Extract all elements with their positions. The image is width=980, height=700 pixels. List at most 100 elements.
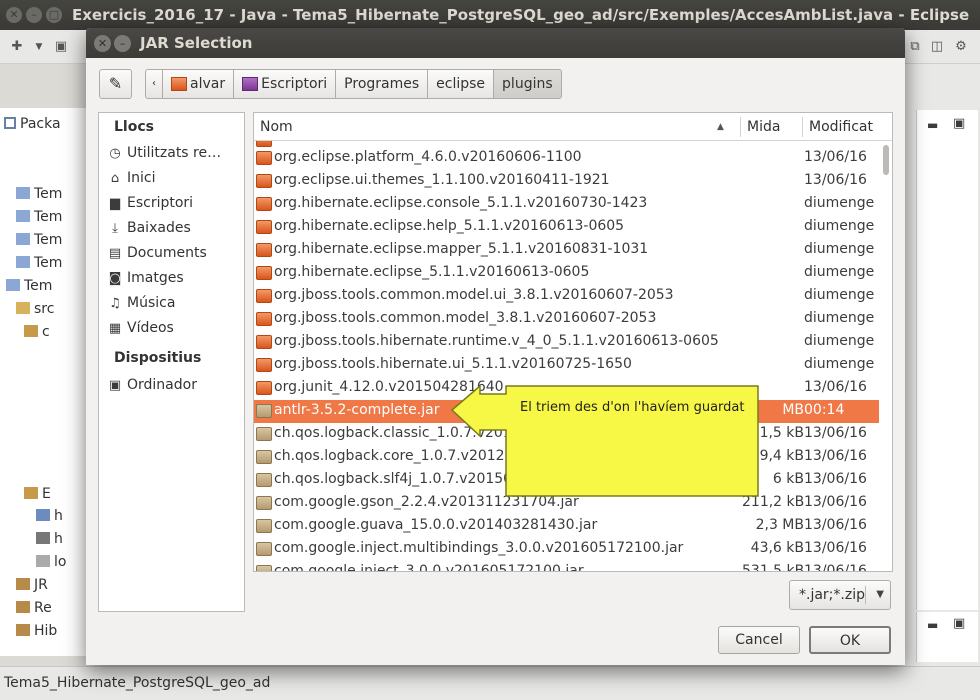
config-icon (36, 532, 50, 544)
column-modified-header[interactable]: Modificat (803, 113, 881, 141)
tree-item[interactable]: src (16, 301, 54, 321)
xml-file-icon (36, 509, 50, 521)
crumb-plugins[interactable]: plugins (493, 69, 562, 99)
tree-item[interactable]: E (24, 486, 51, 506)
file-modified: 13/06/16 (804, 425, 867, 441)
debug-perspective-icon[interactable]: ⚙ (952, 38, 970, 56)
tree-item[interactable]: Tem (16, 232, 62, 252)
column-name-header[interactable]: Nom (254, 113, 739, 141)
desktop-icon: ▆ (110, 196, 120, 211)
download-icon: ⤓ (112, 221, 118, 236)
crumb-eclipse[interactable]: eclipse (427, 69, 495, 99)
tree-item[interactable]: JR (16, 577, 48, 597)
vertical-scrollbar[interactable] (880, 141, 892, 571)
tree-item[interactable]: h (36, 531, 63, 551)
file-name: org.jboss.tools.hibernate.runtime.v_4_0_… (274, 333, 719, 349)
file-row[interactable]: org.hibernate.eclipse.help_5.1.1.v201606… (254, 216, 879, 239)
tree-item[interactable]: Hib (16, 623, 57, 643)
file-row[interactable]: com.google.guava_15.0.0.v201403281430.ja… (254, 515, 879, 538)
file-row[interactable]: com.google.gson_2.2.4.v201311231704.jar 2… (254, 492, 879, 515)
package-explorer-tab[interactable]: Packa (4, 116, 61, 132)
perspective-icon[interactable]: ⧉ (906, 38, 924, 56)
file-row[interactable]: ch.qos.logback.classic_1.0.7.v2012 1,5 kB… (254, 423, 879, 446)
file-row[interactable]: org.hibernate.eclipse.mapper_5.1.1.v2016… (254, 239, 879, 262)
place-item[interactable]: ▦ Vídeos (107, 320, 242, 342)
tree-item[interactable]: Tem (16, 209, 62, 229)
cancel-button[interactable]: Cancel (718, 626, 800, 654)
crumb-alvar[interactable]: alvar (162, 69, 235, 99)
maximize-view-icon[interactable]: ▣ (953, 116, 965, 131)
minimize-icon[interactable]: – (114, 35, 131, 52)
source-folder-icon (16, 302, 30, 314)
place-item[interactable]: ▤ Documents (107, 245, 242, 267)
file-modified: 13/06/16 (804, 149, 867, 165)
java-perspective-icon[interactable]: ◫ (928, 38, 946, 56)
minimize-icon[interactable]: – (26, 7, 42, 23)
close-icon[interactable]: ✕ (94, 35, 111, 52)
place-item[interactable]: ◷ Utilitzats re… (107, 145, 242, 167)
path-back-button[interactable]: ‹ (145, 69, 163, 99)
crumb-programes[interactable]: Programes (335, 69, 429, 99)
file-modified: 00:14 (804, 402, 845, 418)
file-size: 43,6 kB (750, 540, 804, 556)
minimize-view-icon[interactable]: ▬ (927, 118, 938, 132)
maximize-view-icon[interactable]: ▣ (953, 616, 965, 631)
tree-item[interactable]: h (36, 508, 63, 528)
file-row[interactable]: com.google.inject_3.0.0.v201605172100.ja… (254, 561, 879, 571)
file-row[interactable]: org.eclipse.platform_4.6.0.v20160606-110… (254, 147, 879, 170)
file-name: org.jboss.tools.hibernate.ui_5.1.1.v2016… (274, 356, 632, 372)
column-size-header[interactable]: Mida (741, 113, 801, 141)
crumb-escriptori[interactable]: Escriptori (233, 69, 337, 99)
file-name: com.google.gson_2.2.4.v201311231704.jar (274, 494, 579, 510)
clock-icon: ◷ (109, 146, 121, 161)
file-row[interactable]: org.hibernate.eclipse_5.1.1.v20160613-06… (254, 262, 879, 285)
document-icon: ▤ (108, 246, 122, 261)
file-row[interactable]: org.junit_4.12.0.v201504281640 13/06/16 (254, 377, 879, 400)
file-row[interactable]: org.jboss.tools.common.model_3.8.1.v2016… (254, 308, 879, 331)
chevron-down-icon[interactable]: ▼ (30, 38, 48, 56)
list-header: Nom ▲ Mida Modificat (254, 113, 892, 141)
close-icon[interactable]: ✕ (6, 7, 22, 23)
places-heading: Llocs (114, 119, 154, 135)
type-location-button[interactable]: ✎ (99, 69, 132, 99)
file-modified: 13/06/16 (804, 172, 867, 188)
device-item[interactable]: ▣ Ordinador (107, 377, 242, 399)
save-icon[interactable]: ▣ (52, 38, 70, 56)
scrollbar-thumb[interactable] (883, 145, 889, 175)
annotation-text: El triem des d'on l'havíem guardat (520, 400, 745, 415)
file-name: org.jboss.tools.common.model_3.8.1.v2016… (274, 310, 657, 326)
tree-item[interactable]: Tem (16, 186, 62, 206)
file-filter-select[interactable]: *.jar;*.zip ▼ (789, 580, 891, 610)
minimize-view-icon[interactable]: ▬ (927, 618, 938, 632)
tree-item[interactable]: Tem (16, 255, 62, 275)
tree-item[interactable]: Re (16, 600, 52, 620)
folder-icon (256, 312, 272, 326)
maximize-icon[interactable]: □ (46, 7, 62, 23)
place-item[interactable]: ♫ Música (107, 295, 242, 317)
place-item[interactable]: ⌂ Inici (107, 170, 242, 192)
tree-item[interactable]: lo (36, 554, 66, 574)
ok-button[interactable]: OK (809, 626, 891, 654)
file-row[interactable]: com.google.inject.multibindings_3.0.0.v2… (254, 538, 879, 561)
file-row[interactable]: org.eclipse.ui.themes_1.1.100.v20160411-… (254, 170, 879, 193)
desktop-folder-icon (242, 77, 259, 91)
project-icon (16, 187, 30, 199)
file-row[interactable]: org.jboss.tools.hibernate.runtime.v_4_0_… (254, 331, 879, 354)
file-size: MB (782, 402, 804, 418)
tree-item[interactable]: Tem (6, 278, 52, 298)
file-modified: diumenge (804, 264, 875, 280)
file-row[interactable]: ch.qos.logback.slf4j_1.0.7.v201505 6 kB 13… (254, 469, 879, 492)
file-icon (36, 555, 50, 567)
file-row[interactable]: org.jboss.tools.common.model.ui_3.8.1.v2… (254, 285, 879, 308)
file-modified: 13/06/16 (804, 471, 867, 487)
place-item[interactable]: ⤓ Baixades (107, 220, 242, 242)
tree-item[interactable]: c (24, 324, 50, 344)
folder-icon (256, 151, 272, 165)
file-row[interactable]: org.hibernate.eclipse.console_5.1.1.v201… (254, 193, 879, 216)
place-item[interactable]: ▆ Escriptori (107, 195, 242, 217)
new-icon[interactable]: ✚ (8, 38, 26, 56)
file-size: 2,3 MB (755, 517, 804, 533)
file-row[interactable]: ch.qos.logback.core_1.0.7.v201211 9,4 kB 1… (254, 446, 879, 469)
place-item[interactable]: ◙ Imatges (107, 270, 242, 292)
file-row[interactable]: org.jboss.tools.hibernate.ui_5.1.1.v2016… (254, 354, 879, 377)
